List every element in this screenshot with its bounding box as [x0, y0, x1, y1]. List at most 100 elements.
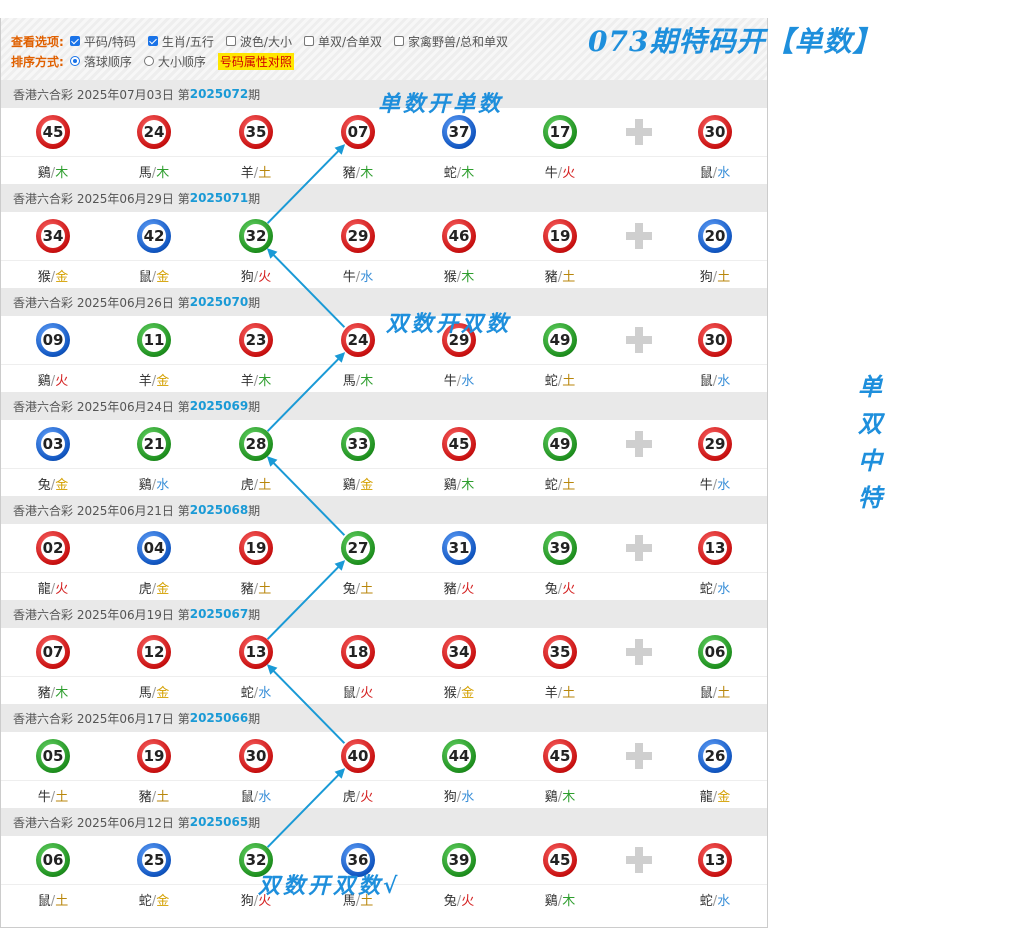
element: 金 — [55, 478, 69, 493]
number-ball: 28 — [239, 427, 273, 461]
ball-attribute: 猴/金 — [23, 266, 83, 285]
ball-number: 12 — [142, 640, 166, 664]
ball-attribute: 馬/木 — [124, 162, 184, 181]
ball-attribute: 兔/火 — [429, 890, 489, 909]
ball-number: 45 — [41, 120, 65, 144]
ball-number: 06 — [703, 640, 727, 664]
draw-issue[interactable]: 2025065 — [190, 815, 248, 829]
special-ball: 06 — [698, 635, 732, 669]
ball-number: 30 — [703, 328, 727, 352]
zodiac: 豬 — [544, 270, 558, 285]
number-ball: 35 — [543, 635, 577, 669]
element: 木 — [156, 166, 170, 181]
draw-suffix: 期 — [248, 815, 261, 830]
element: 木 — [258, 374, 272, 389]
sort-option-1[interactable]: 大小顺序 — [143, 53, 206, 70]
element: 木 — [55, 686, 69, 701]
checkbox[interactable] — [225, 36, 236, 46]
ball-number: 34 — [41, 224, 65, 248]
zodiac: 鼠 — [699, 374, 713, 389]
ball-number: 30 — [703, 120, 727, 144]
zodiac: 蛇 — [240, 686, 254, 701]
element: 火 — [461, 582, 475, 597]
ball-attribute: 鷄/水 — [124, 474, 184, 493]
number-ball: 42 — [137, 219, 171, 253]
headline-overlay: 073期特码开【单数】 — [588, 25, 882, 58]
draw-issue[interactable]: 2025067 — [190, 607, 248, 621]
number-ball: 19 — [239, 531, 273, 565]
ball-attribute: 鼠/水 — [685, 370, 745, 389]
sort-option-0[interactable]: 落球顺序 — [69, 53, 132, 70]
element: 金 — [156, 270, 170, 285]
number-ball: 27 — [341, 531, 375, 565]
view-option-2[interactable]: 波色/大小 — [225, 33, 292, 50]
draw-date: 香港六合彩 2025年06月17日 第 — [13, 711, 190, 726]
draw-issue[interactable]: 2025068 — [190, 503, 248, 517]
sort-options-label: 排序方式: — [11, 54, 64, 69]
checkbox[interactable] — [147, 36, 158, 46]
view-option-1[interactable]: 生肖/五行 — [147, 33, 214, 50]
element: 木 — [461, 166, 475, 181]
ball-attribute: 蛇/水 — [685, 578, 745, 597]
view-option-3[interactable]: 单双/合单双 — [303, 33, 382, 50]
zodiac: 鼠 — [138, 270, 152, 285]
number-ball: 21 — [137, 427, 171, 461]
number-ball: 39 — [543, 531, 577, 565]
zodiac: 豬 — [443, 582, 457, 597]
ball-number: 24 — [346, 328, 370, 352]
ball-number: 07 — [346, 120, 370, 144]
draw-issue[interactable]: 2025071 — [190, 191, 248, 205]
ball-attribute: 狗/水 — [429, 786, 489, 805]
element: 土 — [562, 478, 576, 493]
zodiac: 豬 — [37, 686, 51, 701]
radio-button[interactable] — [143, 56, 154, 66]
zodiac: 羊 — [138, 374, 152, 389]
element: 火 — [258, 270, 272, 285]
ball-number: 18 — [346, 640, 370, 664]
ball-number: 29 — [346, 224, 370, 248]
special-ball: 26 — [698, 739, 732, 773]
zodiac: 羊 — [240, 374, 254, 389]
number-ball: 07 — [36, 635, 70, 669]
element: 金 — [360, 478, 374, 493]
view-option-label: 波色/大小 — [239, 34, 292, 49]
zodiac: 蛇 — [699, 582, 713, 597]
draw-issue[interactable]: 2025070 — [190, 295, 248, 309]
ball-number: 06 — [41, 848, 65, 872]
ball-number: 13 — [703, 536, 727, 560]
view-option-label: 生肖/五行 — [161, 34, 214, 49]
zodiac: 狗 — [240, 894, 254, 909]
element: 火 — [562, 166, 576, 181]
draw-date: 香港六合彩 2025年06月26日 第 — [13, 295, 190, 310]
element: 金 — [156, 582, 170, 597]
ball-number: 09 — [41, 328, 65, 352]
number-ball: 18 — [341, 635, 375, 669]
element: 水 — [717, 894, 731, 909]
ball-attribute: 龍/金 — [685, 786, 745, 805]
side-note-char: 中 — [858, 446, 882, 475]
zodiac: 牛 — [443, 374, 457, 389]
attribute-table-link[interactable]: 号码属性对照 — [217, 52, 294, 70]
number-ball: 29 — [341, 219, 375, 253]
ball-attribute: 羊/土 — [226, 162, 286, 181]
draw-header: 香港六合彩 2025年06月19日 第 2025067 期 — [1, 600, 767, 628]
radio-button[interactable] — [69, 56, 80, 66]
zodiac: 鷄 — [342, 478, 356, 493]
checkbox[interactable] — [394, 36, 404, 46]
checkbox[interactable] — [69, 36, 80, 46]
element: 水 — [717, 582, 731, 597]
checkbox[interactable] — [303, 36, 314, 46]
ball-number: 28 — [244, 432, 268, 456]
draw-issue[interactable]: 2025066 — [190, 711, 248, 725]
draw-date: 香港六合彩 2025年06月24日 第 — [13, 399, 190, 414]
ball-attribute: 鷄/木 — [530, 786, 590, 805]
view-option-4[interactable]: 家禽野兽/总和单双 — [394, 33, 508, 50]
element: 水 — [717, 478, 731, 493]
special-ball: 30 — [698, 323, 732, 357]
ball-attribute: 兔/火 — [530, 578, 590, 597]
draw-issue[interactable]: 2025072 — [190, 87, 248, 101]
draw-issue[interactable]: 2025069 — [190, 399, 248, 413]
number-ball: 40 — [341, 739, 375, 773]
view-option-0[interactable]: 平码/特码 — [69, 33, 136, 50]
side-note-char: 双 — [858, 409, 882, 438]
